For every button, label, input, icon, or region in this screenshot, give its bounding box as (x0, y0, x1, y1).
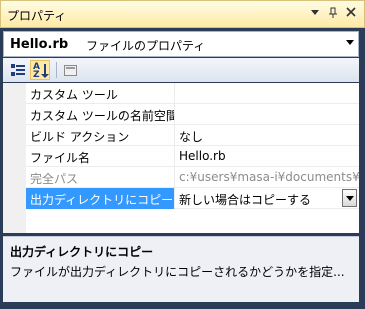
property-name: ビルド アクション (26, 125, 175, 146)
toolbar-separator (56, 62, 57, 78)
categorized-view-button[interactable] (7, 60, 27, 80)
description-text: ファイルが出力ディレクトリにコピーされるかどうかを指定... (10, 265, 345, 279)
property-value[interactable]: c:¥users¥masa-i¥documents¥vi (176, 167, 359, 188)
property-row-build-action[interactable]: ビルド アクション なし (26, 125, 359, 146)
property-row-custom-tool[interactable]: カスタム ツール (26, 83, 359, 104)
property-value[interactable]: なし (176, 125, 359, 146)
property-row-custom-tool-namespace[interactable]: カスタム ツールの名前空間 (26, 104, 359, 125)
alpha-z-label: Z (33, 70, 40, 80)
pin-icon[interactable] (326, 7, 340, 21)
categorized-icon-bar (16, 69, 25, 71)
property-grid: カスタム ツール カスタム ツールの名前空間 ビルド アクション なし ファイル… (3, 83, 359, 233)
property-value[interactable] (176, 83, 359, 104)
categorized-icon-square (11, 72, 15, 76)
window-title: プロパティ (7, 9, 67, 23)
grid-gutter (3, 83, 26, 233)
categorized-icon-bar (16, 65, 25, 67)
selected-object-name: Hello.rb (10, 37, 69, 52)
properties-toolbar: A Z (3, 58, 359, 82)
property-pages-icon (64, 65, 77, 76)
title-bar[interactable]: プロパティ (0, 0, 365, 28)
property-row-full-path[interactable]: 完全パス c:¥users¥masa-i¥documents¥vi (26, 167, 359, 188)
alphabetical-view-button[interactable]: A Z (30, 60, 50, 80)
property-name: 完全パス (26, 167, 175, 188)
chevron-down-icon[interactable] (346, 40, 354, 45)
window-position-dropdown-icon[interactable] (308, 7, 322, 21)
property-name: 出力ディレクトリにコピー (26, 188, 175, 209)
property-name: ファイル名 (26, 146, 175, 167)
property-value[interactable] (176, 104, 359, 125)
property-pages-button[interactable] (60, 60, 80, 80)
property-name: カスタム ツール (26, 83, 175, 104)
sort-down-arrow-icon (41, 64, 49, 78)
selected-object-type: ファイルのプロパティ (86, 39, 206, 53)
categorized-icon-bar (16, 73, 25, 75)
description-pane: 出力ディレクトリにコピー ファイルが出力ディレクトリにコピーされるかどうかを指定… (3, 236, 359, 302)
close-icon[interactable] (344, 7, 358, 21)
property-value[interactable]: Hello.rb (176, 146, 359, 167)
property-value-select[interactable]: 新しい場合はコピーする (176, 188, 359, 209)
property-row-copy-to-output[interactable]: 出力ディレクトリにコピー 新しい場合はコピーする (26, 188, 359, 209)
categorized-icon (11, 64, 15, 68)
properties-window: プロパティ Hello.rb ファイルのプロパティ A Z カスタム ツール カ… (0, 0, 365, 309)
dropdown-arrow-icon[interactable] (342, 189, 357, 207)
property-name: カスタム ツールの名前空間 (26, 104, 175, 125)
property-row-file-name[interactable]: ファイル名 Hello.rb (26, 146, 359, 167)
object-selector[interactable]: Hello.rb ファイルのプロパティ (3, 31, 359, 57)
description-title: 出力ディレクトリにコピー (10, 245, 154, 259)
